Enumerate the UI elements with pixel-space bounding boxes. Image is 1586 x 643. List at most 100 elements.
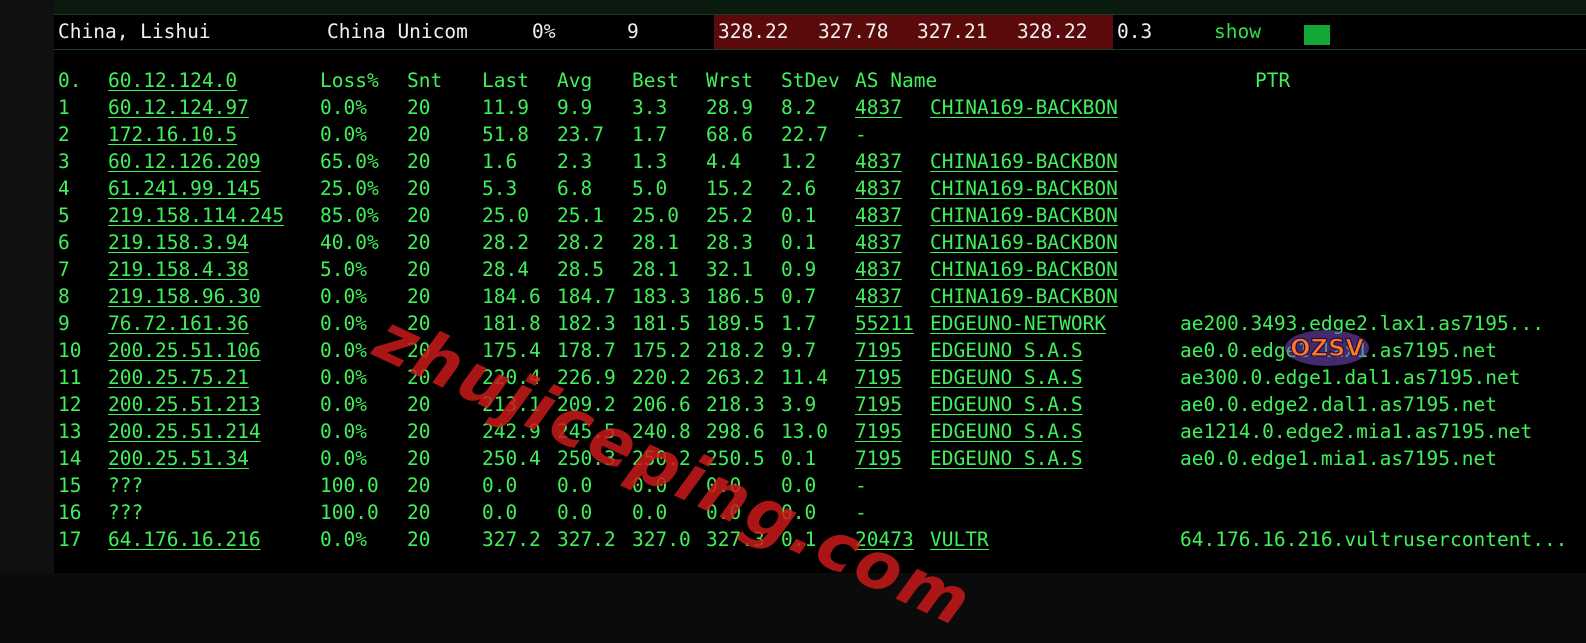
row-15-avg: 0.0 <box>557 474 593 497</box>
row-17-loss: 0.0% <box>320 528 367 551</box>
row-14-sent: 20 <box>407 447 431 470</box>
row-8-as-name[interactable]: CHINA169-BACKBON <box>930 285 1118 309</box>
row-1-loss: 0.0% <box>320 96 367 119</box>
row-1-asn[interactable]: 4837 <box>855 96 902 120</box>
row-15-hop: 15 <box>58 474 82 497</box>
row-1-hop: 1 <box>58 96 70 119</box>
row-7-best: 28.1 <box>632 258 679 281</box>
row-17-as-name[interactable]: VULTR <box>930 528 989 552</box>
row-14-host[interactable]: 200.25.51.34 <box>108 447 249 471</box>
row-14-asn[interactable]: 7195 <box>855 447 902 471</box>
row-5-last: 25.0 <box>482 204 529 227</box>
row-13-loss: 0.0% <box>320 420 367 443</box>
row-13-hop: 13 <box>58 420 82 443</box>
row-6-host[interactable]: 219.158.3.94 <box>108 231 249 255</box>
row-2-host[interactable]: 172.16.10.5 <box>108 123 237 147</box>
row-5-as-name[interactable]: CHINA169-BACKBON <box>930 204 1118 228</box>
row-5-asn[interactable]: 4837 <box>855 204 902 228</box>
row-11-ptr: ae300.0.edge1.dal1.as7195.net <box>1180 366 1521 389</box>
row-13-host[interactable]: 200.25.51.214 <box>108 420 261 444</box>
row-13-sent: 20 <box>407 420 431 443</box>
show-button[interactable]: show <box>1214 20 1261 44</box>
row-13-ptr: ae1214.0.edge2.mia1.as7195.net <box>1180 420 1533 443</box>
column-header-stdev: StDev <box>781 69 840 92</box>
row-6-avg: 28.2 <box>557 231 604 254</box>
row-3-last: 1.6 <box>482 150 518 173</box>
column-header-source-host[interactable]: 60.12.124.0 <box>108 69 237 93</box>
row-6-as-name[interactable]: CHINA169-BACKBON <box>930 231 1118 255</box>
row-11-as-name[interactable]: EDGEUNO S.A.S <box>930 366 1083 390</box>
row-11-host[interactable]: 200.25.75.21 <box>108 366 249 390</box>
row-4-host[interactable]: 61.241.99.145 <box>108 177 261 201</box>
row-3-avg: 2.3 <box>557 150 593 173</box>
row-12-host[interactable]: 200.25.51.213 <box>108 393 261 417</box>
row-4-best: 5.0 <box>632 177 668 200</box>
column-header-hop: 0. <box>58 69 82 92</box>
column-header-asn: AS Name <box>855 69 938 92</box>
row-1-host[interactable]: 60.12.124.97 <box>108 96 249 120</box>
row-17-host[interactable]: 64.176.16.216 <box>108 528 261 552</box>
row-3-stdev: 1.2 <box>781 150 817 173</box>
row-17-best: 327.0 <box>632 528 691 551</box>
row-11-loss: 0.0% <box>320 366 367 389</box>
row-9-as-name[interactable]: EDGEUNO-NETWORK <box>930 312 1106 336</box>
row-6-hop: 6 <box>58 231 70 254</box>
row-12-asn[interactable]: 7195 <box>855 393 902 417</box>
row-5-sent: 20 <box>407 204 431 227</box>
row-4-asn[interactable]: 4837 <box>855 177 902 201</box>
row-5-avg: 25.1 <box>557 204 604 227</box>
summary-isp: China Unicom <box>327 20 468 43</box>
row-8-asn[interactable]: 4837 <box>855 285 902 309</box>
row-13-best: 240.8 <box>632 420 691 443</box>
row-11-avg: 226.9 <box>557 366 616 389</box>
row-8-hop: 8 <box>58 285 70 308</box>
row-8-host[interactable]: 219.158.96.30 <box>108 285 261 309</box>
row-7-worst: 32.1 <box>706 258 753 281</box>
row-7-as-name[interactable]: CHINA169-BACKBON <box>930 258 1118 282</box>
row-7-asn[interactable]: 4837 <box>855 258 902 282</box>
row-14-best: 250.2 <box>632 447 691 470</box>
row-3-hop: 3 <box>58 150 70 173</box>
column-header-worst: Wrst <box>706 69 753 92</box>
row-10-host[interactable]: 200.25.51.106 <box>108 339 261 363</box>
row-10-as-name[interactable]: EDGEUNO S.A.S <box>930 339 1083 363</box>
row-4-as-name[interactable]: CHINA169-BACKBON <box>930 177 1118 201</box>
row-5-host[interactable]: 219.158.114.245 <box>108 204 284 228</box>
row-4-worst: 15.2 <box>706 177 753 200</box>
row-3-host[interactable]: 60.12.126.209 <box>108 150 261 174</box>
row-1-sent: 20 <box>407 96 431 119</box>
row-17-last: 327.2 <box>482 528 541 551</box>
row-9-asn[interactable]: 55211 <box>855 312 914 336</box>
row-2-sent: 20 <box>407 123 431 146</box>
row-9-hop: 9 <box>58 312 70 335</box>
row-6-worst: 28.3 <box>706 231 753 254</box>
row-17-asn[interactable]: 20473 <box>855 528 914 552</box>
row-7-host[interactable]: 219.158.4.38 <box>108 258 249 282</box>
row-3-worst: 4.4 <box>706 150 742 173</box>
row-3-as-name[interactable]: CHINA169-BACKBON <box>930 150 1118 174</box>
row-2-worst: 68.6 <box>706 123 753 146</box>
row-7-hop: 7 <box>58 258 70 281</box>
row-10-loss: 0.0% <box>320 339 367 362</box>
row-3-loss: 65.0% <box>320 150 379 173</box>
row-10-hop: 10 <box>58 339 82 362</box>
row-3-asn[interactable]: 4837 <box>855 150 902 174</box>
row-13-as-name[interactable]: EDGEUNO S.A.S <box>930 420 1083 444</box>
row-14-as-name[interactable]: EDGEUNO S.A.S <box>930 447 1083 471</box>
row-17-sent: 20 <box>407 528 431 551</box>
row-17-hop: 17 <box>58 528 82 551</box>
row-4-hop: 4 <box>58 177 70 200</box>
row-11-asn[interactable]: 7195 <box>855 366 902 390</box>
row-13-asn[interactable]: 7195 <box>855 420 902 444</box>
row-9-sent: 20 <box>407 312 431 335</box>
row-6-last: 28.2 <box>482 231 529 254</box>
row-12-as-name[interactable]: EDGEUNO S.A.S <box>930 393 1083 417</box>
row-10-asn[interactable]: 7195 <box>855 339 902 363</box>
row-1-as-name[interactable]: CHINA169-BACKBON <box>930 96 1118 120</box>
row-6-asn[interactable]: 4837 <box>855 231 902 255</box>
row-5-hop: 5 <box>58 204 70 227</box>
row-14-avg: 250.3 <box>557 447 616 470</box>
row-9-host[interactable]: 76.72.161.36 <box>108 312 249 336</box>
row-8-loss: 0.0% <box>320 285 367 308</box>
row-12-ptr: ae0.0.edge2.dal1.as7195.net <box>1180 393 1497 416</box>
